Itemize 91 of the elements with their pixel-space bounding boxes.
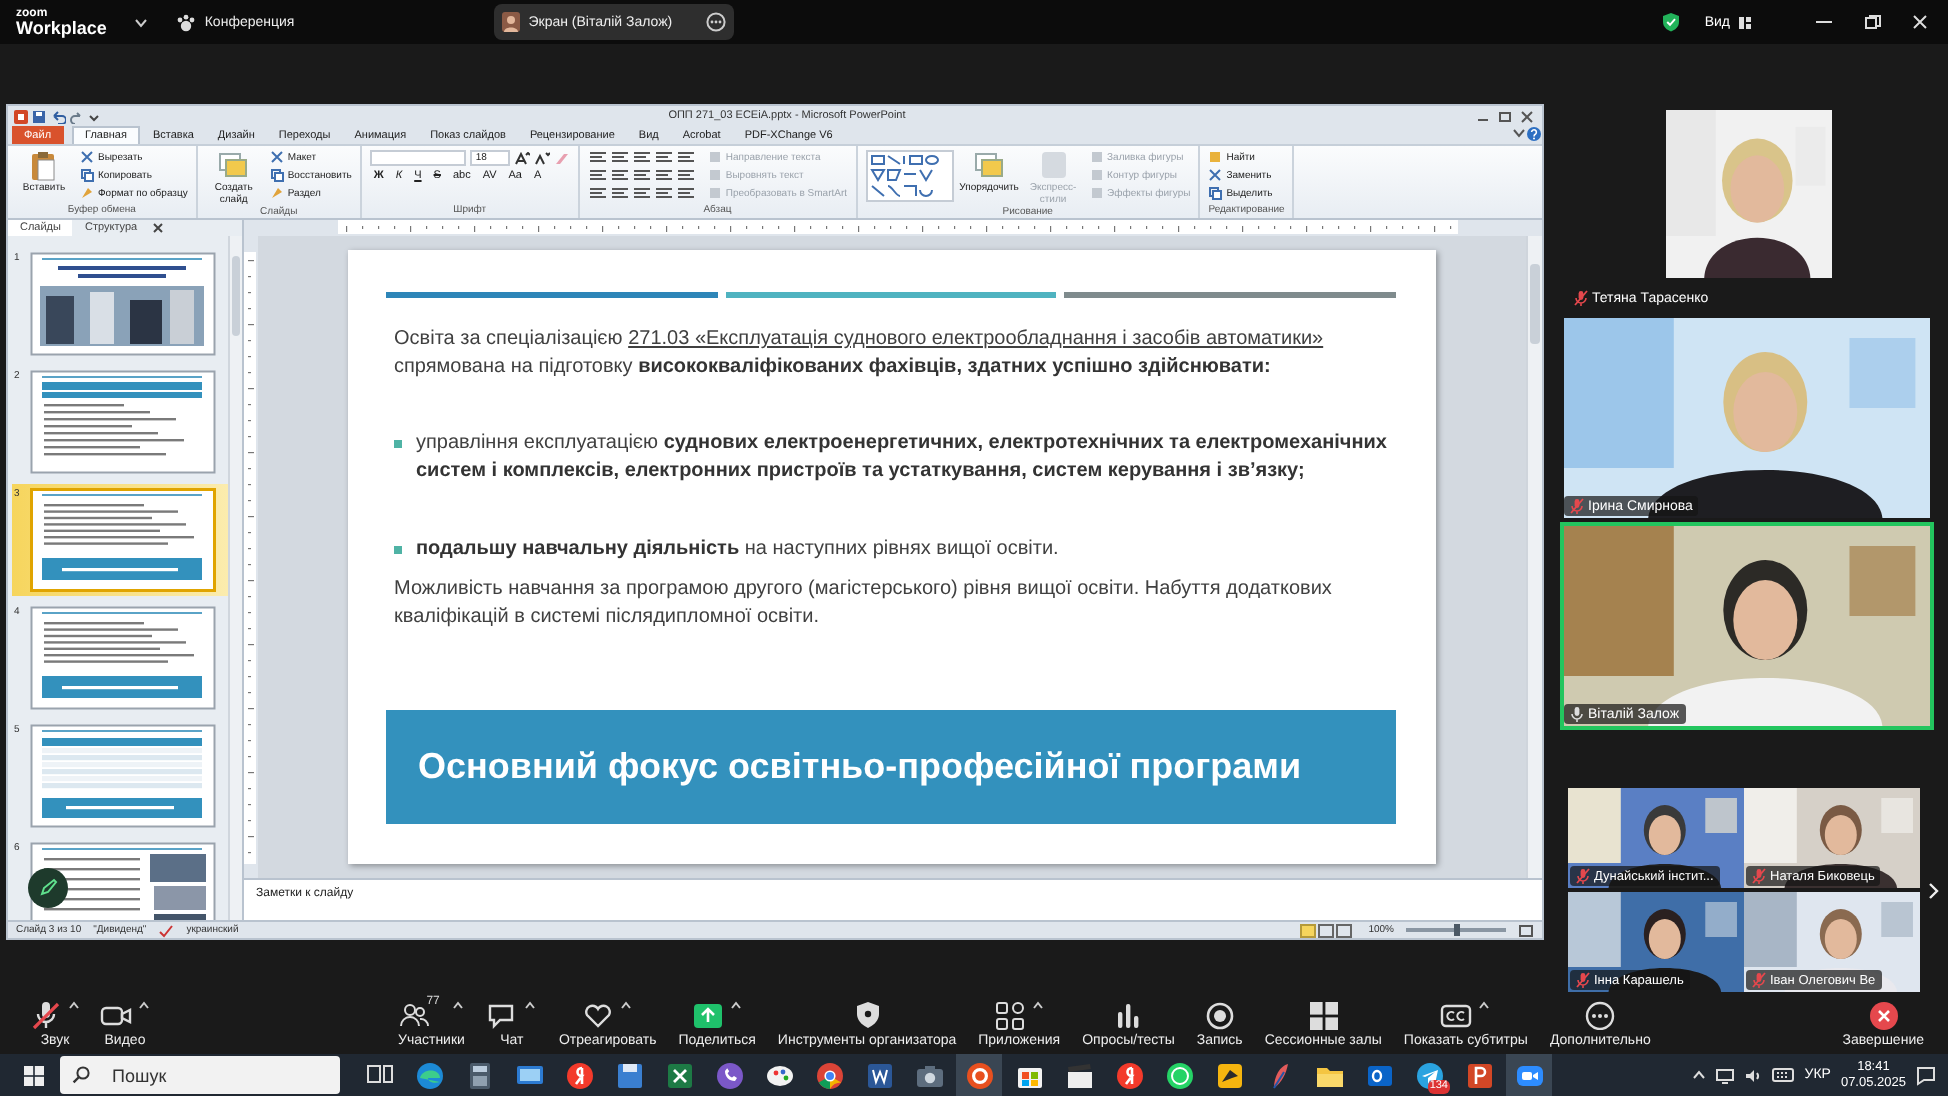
chat-icon[interactable] bbox=[1163, 1059, 1195, 1091]
chevron-up-icon[interactable] bbox=[1692, 1070, 1707, 1080]
shield-icon bbox=[1662, 12, 1681, 32]
presentation-icon[interactable] bbox=[1463, 1059, 1495, 1091]
paragraph: Можливість навчання за програмою другого (магістерського) рівня вищої освіти. Набуття додаткових кваліфікацій в системі післядипломної освіти. bbox=[394, 576, 1334, 632]
notification-icon[interactable] bbox=[1916, 1065, 1936, 1085]
ribbon-icon bbox=[1208, 150, 1223, 164]
alignment-icons-drawing[interactable] bbox=[587, 186, 700, 200]
bullet-icon bbox=[394, 546, 402, 554]
caret-up-icon[interactable] bbox=[730, 1000, 743, 1010]
alignment-icons-drawing[interactable] bbox=[587, 150, 700, 164]
rooms-icon bbox=[1307, 1000, 1340, 1030]
keyboard-icon[interactable] bbox=[1772, 1068, 1795, 1082]
search-icon bbox=[72, 1066, 90, 1084]
app-icon bbox=[14, 109, 28, 123]
record-icon bbox=[1203, 1000, 1236, 1030]
fit-icon[interactable] bbox=[1518, 923, 1534, 937]
bullet-icon bbox=[394, 440, 402, 448]
view-buttons-drawing[interactable] bbox=[1300, 923, 1357, 937]
phone-bubble-icon[interactable] bbox=[713, 1059, 745, 1091]
volume-icon[interactable] bbox=[1744, 1067, 1763, 1083]
browser-icon[interactable] bbox=[413, 1059, 445, 1091]
spellcheck-icon bbox=[158, 923, 175, 937]
scrollbar[interactable] bbox=[1526, 236, 1542, 878]
slide-thumbnail[interactable] bbox=[30, 842, 216, 920]
heart-icon bbox=[582, 1000, 615, 1030]
search-input[interactable]: Пошук bbox=[112, 1060, 336, 1090]
ribbon-icon bbox=[28, 150, 60, 182]
close-icon[interactable] bbox=[149, 220, 166, 236]
bullet-text: подальшу навчальну діяльність на наступних рівнях вищої освіти. bbox=[416, 536, 1059, 564]
document-icon[interactable] bbox=[863, 1059, 895, 1091]
ribbon-icon bbox=[217, 150, 250, 182]
avatar-icon bbox=[502, 12, 521, 32]
bullet-text: управління експлуатацією суднових електроенергетичних, електротехнічних та електромеханічних систем і комплексів, електронних пристроїв та устаткування, систем керування і зв’язку; bbox=[416, 430, 1389, 486]
share-screen-icon bbox=[692, 1000, 725, 1030]
caret-icon[interactable] bbox=[88, 109, 100, 123]
browser-icon[interactable] bbox=[1113, 1059, 1145, 1091]
scrollbar[interactable] bbox=[228, 236, 242, 920]
apps-icon bbox=[994, 1000, 1027, 1030]
paragraph: Освіта за спеціалізацією 271.03 «Експлуатація суднового електрообладнання і засобів автоматики» спрямована на підготовку висококваліфікованих фахівців, здатних успішно здійснювати: bbox=[394, 326, 1326, 382]
caret-up-icon[interactable] bbox=[452, 1000, 465, 1010]
slide-thumbnail[interactable] bbox=[30, 488, 216, 592]
caret-up-icon[interactable] bbox=[1478, 1000, 1491, 1010]
slide-thumbnail[interactable] bbox=[30, 252, 216, 356]
people-icon bbox=[398, 1000, 431, 1030]
ring-icon[interactable] bbox=[963, 1059, 995, 1091]
close-icon[interactable] bbox=[1908, 14, 1932, 30]
end-call-icon bbox=[1867, 1000, 1900, 1030]
caret-up-icon[interactable] bbox=[620, 1000, 633, 1010]
save-icon[interactable] bbox=[32, 109, 46, 123]
browser-icon[interactable] bbox=[813, 1059, 845, 1091]
caret-icon[interactable] bbox=[1512, 126, 1526, 140]
help-icon[interactable] bbox=[1526, 126, 1542, 142]
network-icon[interactable] bbox=[1716, 1067, 1735, 1083]
slide-thumbnail[interactable] bbox=[30, 370, 216, 474]
caret-up-icon[interactable] bbox=[68, 1000, 80, 1010]
paper-plane-icon[interactable] bbox=[1413, 1059, 1445, 1091]
more-icon[interactable] bbox=[706, 12, 727, 32]
captions-icon bbox=[1440, 1000, 1473, 1030]
ribbon-icon bbox=[80, 150, 94, 164]
undo-icon[interactable] bbox=[50, 109, 66, 123]
start-icon[interactable] bbox=[24, 1065, 44, 1085]
grid-icon bbox=[1738, 15, 1752, 29]
search-field[interactable]: Пошук bbox=[60, 1056, 340, 1094]
ribbon-icon bbox=[269, 150, 284, 164]
ribbon-icon bbox=[1208, 168, 1223, 182]
slide-thumbnail[interactable] bbox=[30, 606, 216, 710]
browser-icon[interactable] bbox=[563, 1059, 595, 1091]
chat-icon bbox=[486, 1000, 519, 1030]
ribbon-icon bbox=[1037, 150, 1070, 182]
clapperboard-icon[interactable] bbox=[1063, 1059, 1095, 1091]
redo-icon[interactable] bbox=[70, 109, 84, 123]
shield-icon bbox=[851, 1000, 884, 1030]
caret-up-icon[interactable] bbox=[138, 1000, 150, 1010]
spreadsheet-icon[interactable] bbox=[663, 1059, 695, 1091]
pen-icon bbox=[38, 878, 58, 898]
ribbon-icon bbox=[973, 150, 1006, 182]
slide-heading: Основний фокус освітньо-професійної програми bbox=[386, 710, 1396, 824]
more-icon bbox=[1584, 1000, 1617, 1030]
alignment-icons-drawing[interactable] bbox=[587, 168, 700, 182]
shapes-gallery-icon bbox=[865, 150, 954, 202]
next-page-icon[interactable] bbox=[1928, 881, 1940, 899]
caret-up-icon[interactable] bbox=[1032, 1000, 1045, 1010]
ribbon-icon bbox=[1208, 186, 1223, 200]
caret-up-icon[interactable] bbox=[524, 1000, 537, 1010]
restore-icon[interactable] bbox=[1860, 14, 1884, 30]
slide-thumbnail[interactable] bbox=[30, 724, 216, 828]
font-field[interactable] bbox=[369, 150, 466, 166]
shrink-font-icon[interactable] bbox=[533, 151, 550, 165]
grow-font-icon[interactable] bbox=[513, 151, 530, 165]
paw-icon bbox=[176, 13, 197, 31]
